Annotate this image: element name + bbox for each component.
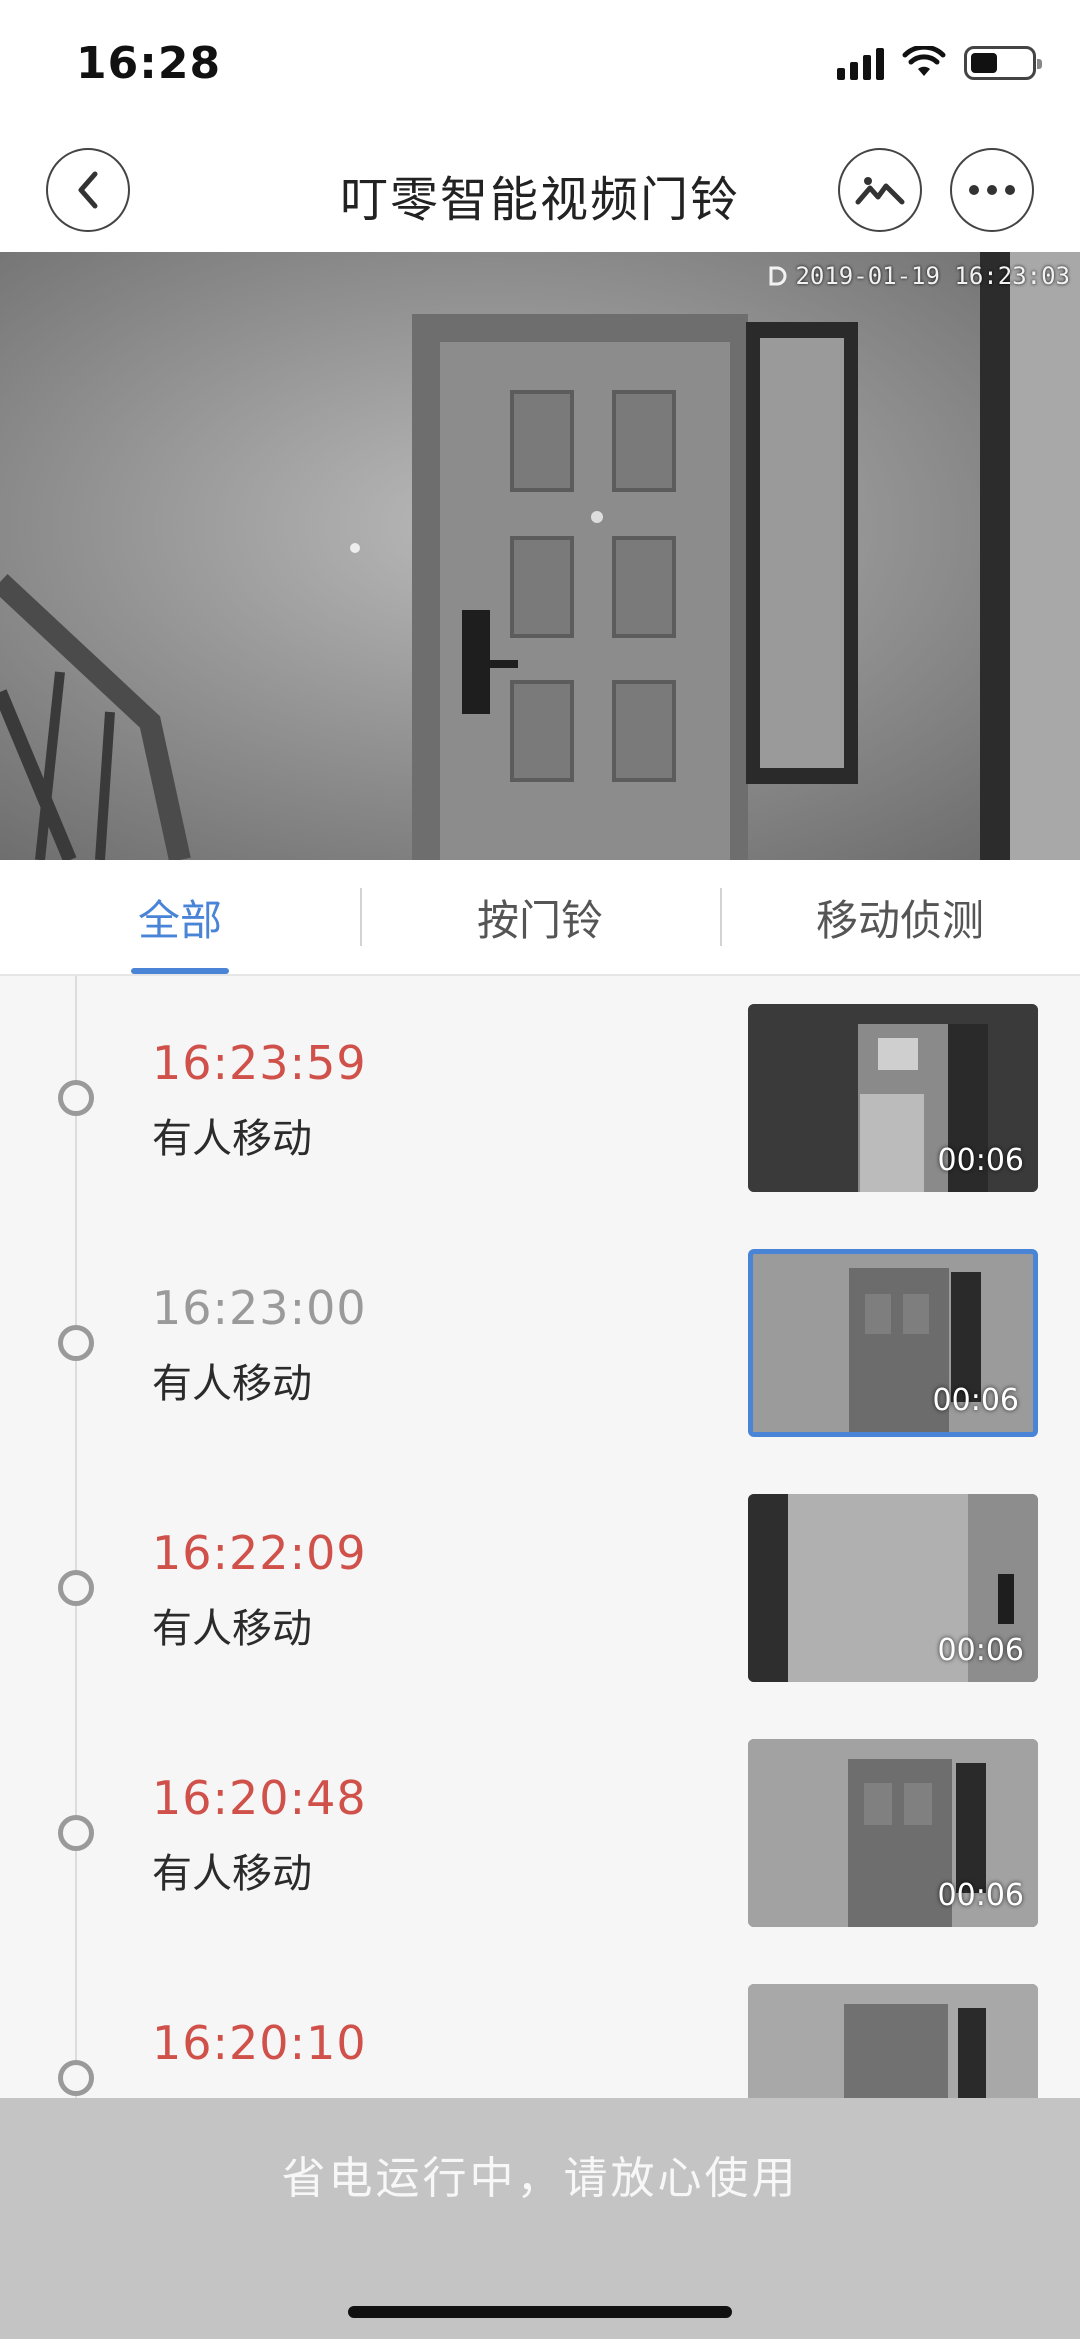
event-label: 有人移动 (152, 1116, 312, 1162)
timeline-dot (58, 1570, 94, 1606)
thumbnail-duration: 00:06 (932, 1383, 1019, 1418)
event-label: 有人移动 (152, 1851, 312, 1897)
event-thumbnail[interactable]: 00:06 (748, 1004, 1038, 1192)
battery-icon (964, 46, 1042, 80)
event-time: 16:20:10 (152, 2016, 367, 2070)
home-indicator[interactable] (348, 2306, 732, 2318)
event-time: 16:23:00 (152, 1281, 367, 1335)
video-timestamp: 2019-01-19 16:23:03 (767, 262, 1070, 290)
status-icons (837, 46, 1042, 80)
event-thumbnail[interactable] (748, 1984, 1038, 2098)
video-timestamp-text: 2019-01-19 16:23:03 (795, 262, 1070, 290)
thumbnail-duration: 00:06 (937, 1633, 1024, 1668)
timeline-dot (58, 1325, 94, 1361)
thumbnail-duration: 00:06 (937, 1143, 1024, 1178)
power-saving-text: 省电运行中，请放心使用 (281, 2153, 799, 2204)
wifi-icon (902, 46, 946, 76)
more-button[interactable] (950, 148, 1034, 232)
event-thumbnail-selected[interactable]: 00:06 (748, 1249, 1038, 1437)
signal-icon (837, 46, 884, 80)
image-gallery-icon (855, 177, 905, 205)
event-time: 16:22:09 (152, 1526, 367, 1580)
nav-bar: 叮零智能视频门铃 (0, 130, 1080, 252)
timeline-dot (58, 1080, 94, 1116)
gallery-button[interactable] (838, 148, 922, 232)
brand-logo-icon (769, 266, 787, 286)
event-item[interactable]: 16:20:10 (0, 1956, 1080, 2098)
event-time: 16:20:48 (152, 1771, 367, 1825)
event-item[interactable]: 16:23:59 有人移动 00:06 (0, 976, 1080, 1221)
timeline-dot (58, 2060, 94, 2096)
status-time: 16:28 (76, 38, 222, 89)
tab-doorbell-press[interactable]: 按门铃 (360, 860, 720, 974)
more-dots-icon (969, 185, 1015, 195)
event-item[interactable]: 16:20:48 有人移动 00:06 (0, 1711, 1080, 1956)
thumbnail-duration: 00:06 (937, 1878, 1024, 1913)
tab-all[interactable]: 全部 (0, 860, 360, 974)
event-label: 有人移动 (152, 1606, 312, 1652)
event-item[interactable]: 16:22:09 有人移动 00:06 (0, 1466, 1080, 1711)
status-bar: 16:28 (0, 0, 1080, 130)
event-thumbnail[interactable]: 00:06 (748, 1739, 1038, 1927)
timeline-dot (58, 1815, 94, 1851)
event-time: 16:23:59 (152, 1036, 367, 1090)
live-video-feed[interactable]: 2019-01-19 16:23:03 (0, 252, 1080, 860)
event-thumbnail[interactable]: 00:06 (748, 1494, 1038, 1682)
event-timeline[interactable]: 16:23:59 有人移动 00:06 16:23:00 有人移动 00:06 … (0, 976, 1080, 2098)
event-thumbnail-image (748, 1984, 1038, 2098)
live-video-image (0, 252, 1080, 860)
tab-motion-detection[interactable]: 移动侦测 (720, 860, 1080, 974)
power-saving-banner: 省电运行中，请放心使用 (0, 2098, 1080, 2339)
event-filter-tabs: 全部 按门铃 移动侦测 (0, 860, 1080, 976)
event-item[interactable]: 16:23:00 有人移动 00:06 (0, 1221, 1080, 1466)
event-label: 有人移动 (152, 1361, 312, 1407)
